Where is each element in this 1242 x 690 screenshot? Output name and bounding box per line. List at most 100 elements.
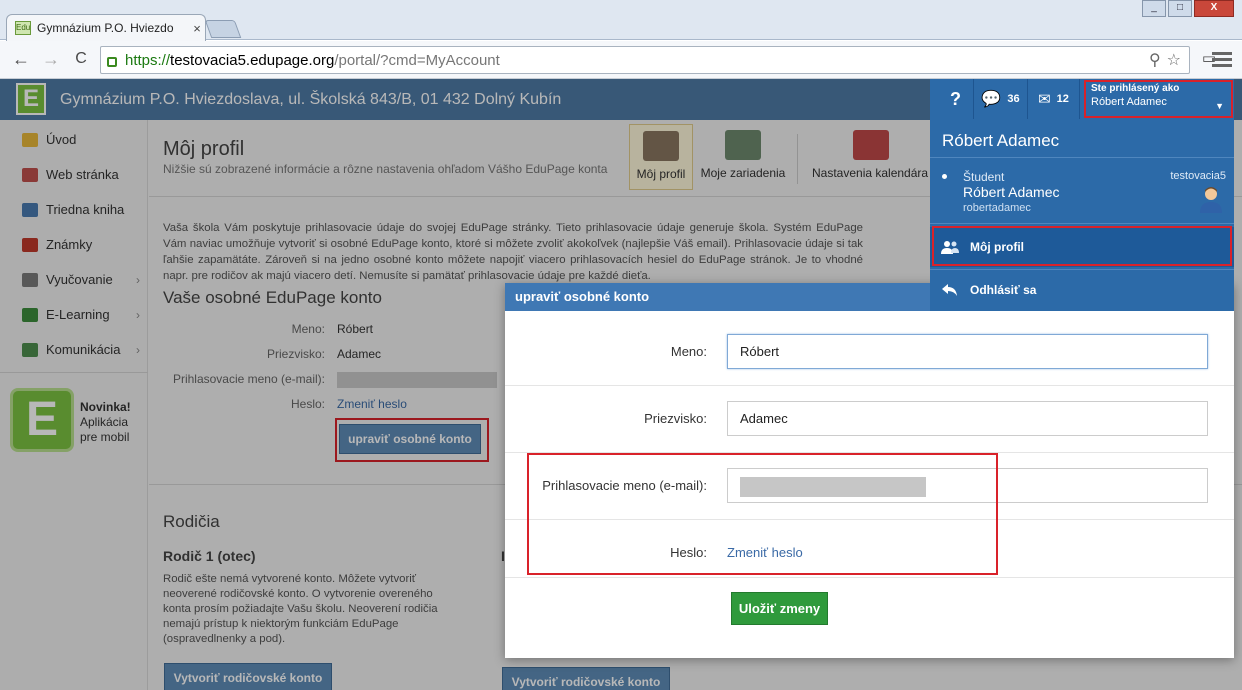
logout-arrow-icon [942,284,957,296]
maximize-button[interactable]: □ [1168,0,1192,17]
url-path: /portal/?cmd=MyAccount [334,51,500,69]
book-icon [22,202,38,217]
highlight-box [932,226,1232,266]
sidebar-item-triedna-kniha[interactable]: Triedna kniha [0,192,148,227]
browser-toolbar: ← → C https://testovacia5.edupage.org/po… [0,41,1242,79]
edit-account-modal: upraviť osobné konto Meno: Róbert Priezv… [505,283,1234,658]
intro-text: Vaša škola Vám poskytuje prihlasovacie ú… [163,222,863,282]
mail-count: 12 [1056,93,1069,105]
page-subtitle: Nižšie sú zobrazené informácie a rôzne n… [163,162,608,176]
redacted-email [337,372,497,388]
page-title: Môj profil [163,138,245,160]
messages-button[interactable]: 💬 36 [974,79,1028,119]
tab-nastavenia-kalendara[interactable]: Nastavenia kalendára [809,124,939,190]
student-avatar-icon [1200,187,1222,213]
parent1-text: Rodič ešte nemá vytvorené konto. Môžete … [163,573,438,645]
sidebar-item-elearning[interactable]: E-Learning › [0,297,148,332]
new-tab-button[interactable] [204,20,242,38]
school-name: Gymnázium P.O. Hviezdoslava, ul. Školská… [60,91,562,108]
create-parent-account-button-2[interactable]: Vytvoriť rodičovské konto [502,667,670,690]
close-window-button[interactable]: X [1194,0,1234,17]
sidebar-item-label: Komunikácia [46,342,121,357]
window-controls: _ □ X [1142,0,1234,17]
devices-icon [725,130,761,160]
sidebar-item-label: Triedna kniha [46,202,125,217]
sidebar-item-znamky[interactable]: Známky [0,227,148,262]
sidebar-item-vyucovanie[interactable]: Vyučovanie › [0,262,148,297]
save-button[interactable]: Uložiť zmeny [731,592,828,625]
web-icon [22,167,38,182]
url-scheme: https:// [125,51,171,69]
chevron-right-icon: › [136,342,140,357]
mobile-app-promo[interactable]: E Novinka! Aplikácia pre mobil [10,388,138,454]
tab-title: Gymnázium P.O. Hviezdo [37,21,174,35]
sidebar-item-komunikacia[interactable]: Komunikácia › [0,332,148,367]
sidebar-item-web[interactable]: Web stránka [0,157,148,192]
mail-icon: ✉ [1038,91,1051,108]
logout-label: Odhlásiť sa [970,283,1037,297]
messages-count: 36 [1007,93,1020,105]
dropdown-divider [930,223,1234,224]
section-title: Vaše osobné EduPage konto [163,288,382,307]
key-icon[interactable]: ⚲ [1149,50,1161,70]
sidebar: Úvod Web stránka Triedna kniha Známky Vy… [0,120,148,690]
change-password-link[interactable]: Zmeniť heslo [337,397,407,411]
user-login: robertadamec [963,202,1031,214]
user-bar: ? 💬 36 ✉ 12 Ste prihlásený ako Róbert Ad… [930,79,1234,119]
chevron-right-icon: › [136,307,140,322]
elearning-icon [22,307,38,322]
tab-close-icon[interactable]: × [189,21,205,36]
menu-icon[interactable] [1212,49,1232,69]
minimize-button[interactable]: _ [1142,0,1166,17]
bookmark-star-icon[interactable]: ☆ [1167,50,1181,70]
sidebar-item-label: Web stránka [46,167,119,182]
priezvisko-label: Priezvisko: [644,411,707,426]
sidebar-item-uvod[interactable]: Úvod [0,122,148,157]
bullet-icon [942,174,947,179]
grades-icon [22,237,38,252]
modal-divider [505,577,1234,578]
sidebar-item-label: Známky [46,237,93,252]
lock-icon [107,57,117,67]
communication-icon [22,342,38,357]
mail-button[interactable]: ✉ 12 [1028,79,1080,119]
favicon-icon: Edu [15,21,31,35]
sidebar-divider [0,372,148,373]
account-name: testovacia5 [1170,170,1226,182]
edupage-app-logo: E [10,388,74,452]
highlight-box [527,453,998,575]
sidebar-item-label: Úvod [46,132,77,147]
back-icon[interactable]: ← [10,49,32,71]
dropdown-divider [930,157,1234,158]
star-icon [22,132,38,147]
promo-text: Novinka! Aplikácia pre mobil [80,400,131,444]
url-host: testovacia5.edupage.org [170,51,335,69]
calendar-icon [853,130,889,160]
user-dropdown: Róbert Adamec Študent testovacia5 Róbert… [930,119,1234,311]
parent1-title: Rodič 1 (otec) [163,548,256,564]
chevron-right-icon: › [136,272,140,287]
highlight-box [335,418,489,462]
reload-icon[interactable]: C [70,49,92,71]
browser-titlebar: Edu Gymnázium P.O. Hviezdo × _ □ X [0,0,1242,41]
user-full-name: Róbert Adamec [942,131,1060,150]
modal-divider [505,385,1234,386]
meno-label: Meno: [670,344,707,359]
tab-moj-profil[interactable]: Môj profil [629,124,693,190]
address-bar[interactable]: https://testovacia5.edupage.org/portal/?… [100,46,1190,74]
teaching-icon [22,272,38,287]
create-parent-account-button[interactable]: Vytvoriť rodičovské konto [164,663,332,690]
profile-icon [643,131,679,161]
forward-icon[interactable]: → [40,49,62,71]
browser-tab[interactable]: Edu Gymnázium P.O. Hviezdo × [6,14,206,41]
highlight-box [1084,80,1233,118]
toolbar-divider [797,134,798,184]
parents-title: Rodičia [163,512,220,531]
tab-moje-zariadenia[interactable]: Moje zariadenia [697,124,789,190]
user-display-name[interactable]: Róbert Adamec [963,184,1060,200]
edupage-logo[interactable]: E [16,83,46,115]
meno-field[interactable]: Róbert [727,334,1208,369]
help-button[interactable]: ? [938,79,974,119]
priezvisko-field[interactable]: Adamec [727,401,1208,436]
menu-item-logout[interactable]: Odhlásiť sa [930,270,1234,310]
